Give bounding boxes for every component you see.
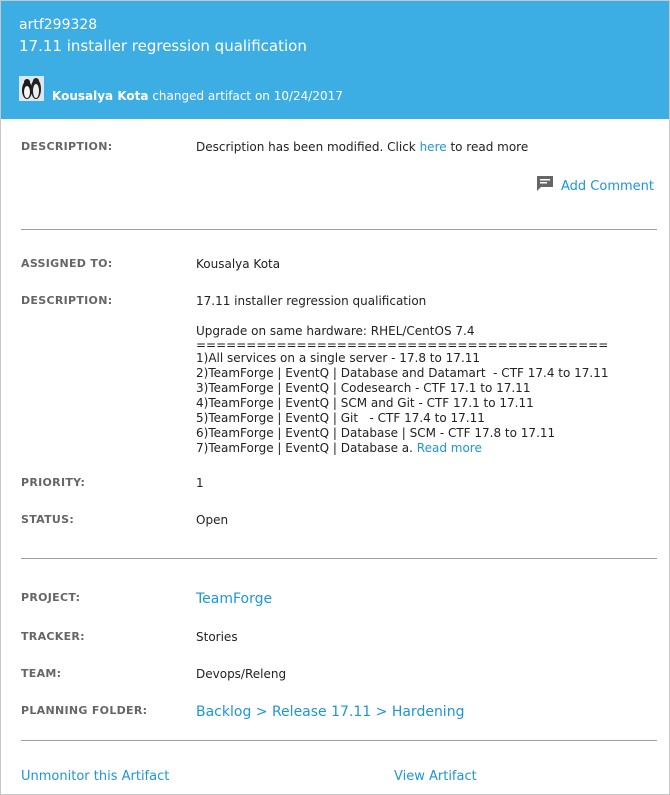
read-more-link[interactable]: Read more xyxy=(417,441,482,455)
change-text-before: Description has been modified. Click xyxy=(196,140,420,154)
description-line xyxy=(196,309,656,324)
description-line: Upgrade on same hardware: RHEL/CentOS 7.… xyxy=(196,324,475,338)
divider xyxy=(21,229,657,230)
assigned-to-value: Kousalya Kota xyxy=(196,257,281,271)
description-line: 3)TeamForge | EventQ | Codesearch - CTF … xyxy=(196,381,531,395)
view-artifact-link[interactable]: View Artifact xyxy=(394,769,477,784)
description-value: 17.11 installer regression qualification… xyxy=(196,294,656,456)
planning-folder-label: PLANNING FOLDER: xyxy=(21,704,148,717)
tracker-label: TRACKER: xyxy=(21,630,85,643)
description-line: 6)TeamForge | EventQ | Database | SCM - … xyxy=(196,426,556,440)
team-label: TEAM: xyxy=(21,667,62,680)
user-avatar-icon xyxy=(19,76,44,101)
tracker-value: Stories xyxy=(196,630,238,644)
comment-icon xyxy=(537,176,553,191)
add-comment-label[interactable]: Add Comment xyxy=(561,179,654,194)
description-line: 5)TeamForge | EventQ | Git - CTF 17.4 to… xyxy=(196,411,485,425)
artifact-id: artf299328 xyxy=(19,17,98,33)
team-value: Devops/Releng xyxy=(196,667,287,681)
description-line: 4)TeamForge | EventQ | SCM and Git - CTF… xyxy=(196,396,534,410)
priority-label: PRIORITY: xyxy=(21,476,86,489)
here-link[interactable]: here xyxy=(420,140,447,154)
divider xyxy=(21,558,657,559)
changed-by-user: Kousalya Kota xyxy=(52,89,149,103)
change-description-value: Description has been modified. Click her… xyxy=(196,140,528,154)
artifact-header: artf299328 17.11 installer regression qu… xyxy=(1,1,669,119)
description-line: 1)All services on a single server - 17.8… xyxy=(196,351,481,365)
description-line: 17.11 installer regression qualification xyxy=(196,294,427,308)
artifact-notification-card: artf299328 17.11 installer regression qu… xyxy=(0,0,670,795)
planning-folder-link[interactable]: Backlog > Release 17.11 > Hardening xyxy=(196,704,464,720)
artifact-title: 17.11 installer regression qualification xyxy=(19,37,307,55)
divider xyxy=(21,740,657,741)
assigned-to-label: ASSIGNED TO: xyxy=(21,257,113,270)
project-label: PROJECT: xyxy=(21,591,81,604)
description-label: DESCRIPTION: xyxy=(21,294,113,307)
change-description-label: DESCRIPTION: xyxy=(21,140,113,153)
priority-value: 1 xyxy=(196,476,204,490)
change-summary: Kousalya Kota changed artifact on 10/24/… xyxy=(52,89,343,103)
change-action: changed artifact on 10/24/2017 xyxy=(152,89,343,103)
unmonitor-artifact-link[interactable]: Unmonitor this Artifact xyxy=(21,769,169,784)
project-link[interactable]: TeamForge xyxy=(196,591,272,607)
change-text-after: to read more xyxy=(446,140,529,154)
description-line: 2)TeamForge | EventQ | Database and Data… xyxy=(196,366,609,380)
status-label: STATUS: xyxy=(21,513,75,526)
status-value: Open xyxy=(196,513,229,527)
description-last-text: 7)TeamForge | EventQ | Database a. xyxy=(196,441,417,455)
description-last-line: 7)TeamForge | EventQ | Database a. Read … xyxy=(196,441,656,456)
avatar xyxy=(19,76,44,101)
description-line: ========================================… xyxy=(196,338,609,352)
